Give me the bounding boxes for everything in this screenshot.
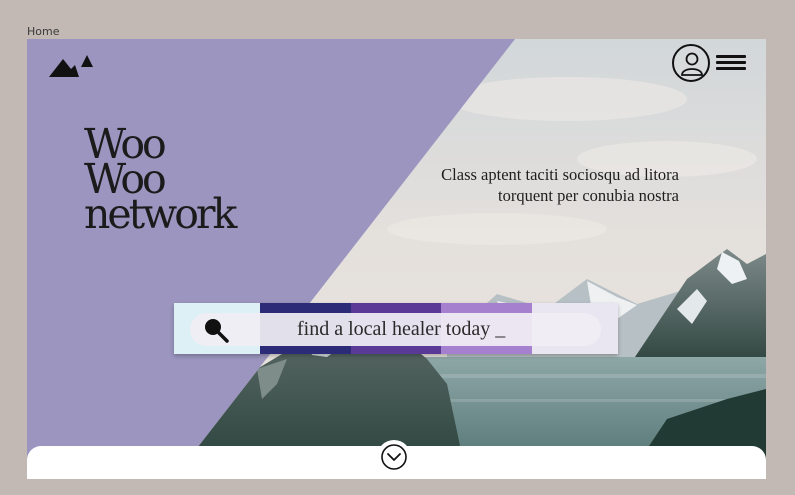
user-account-icon xyxy=(681,52,703,76)
hero-section: Woo Woo network Class aptent taciti soci… xyxy=(27,39,766,479)
search-input[interactable]: find a local healer today _ xyxy=(190,313,601,346)
search-icon[interactable] xyxy=(202,316,230,344)
hamburger-menu-icon[interactable] xyxy=(716,55,746,77)
search-box[interactable]: find a local healer today _ xyxy=(174,303,618,354)
brand-title: Woo Woo network xyxy=(84,124,237,238)
mountain-logo-icon[interactable] xyxy=(49,47,97,79)
brand-line: network xyxy=(84,190,237,238)
mountain-lake-background xyxy=(27,39,766,479)
breadcrumb: Home xyxy=(27,25,59,38)
tagline: Class aptent taciti sociosqu ad litora t… xyxy=(441,165,679,205)
chevron-down-icon xyxy=(381,444,407,470)
account-button[interactable] xyxy=(672,44,710,82)
search-input-text[interactable]: find a local healer today _ xyxy=(297,318,505,341)
scroll-down-button[interactable] xyxy=(377,440,411,474)
breadcrumb-home-link[interactable]: Home xyxy=(27,25,59,38)
